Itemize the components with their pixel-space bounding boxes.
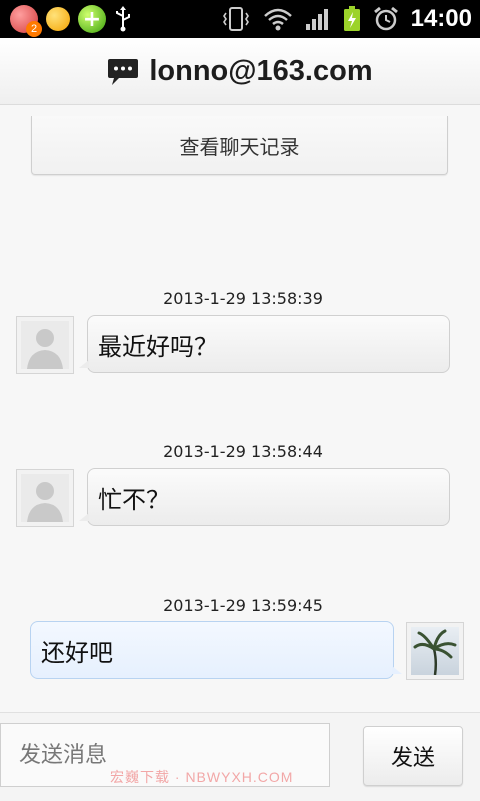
view-history-button[interactable]: 查看聊天记录 xyxy=(31,116,448,175)
chat-bubble-icon xyxy=(107,57,139,85)
app-icon: 2 xyxy=(10,5,42,37)
signal-icon xyxy=(305,7,331,31)
battery-charging-icon xyxy=(343,6,361,32)
message-bubble-incoming[interactable]: 忙不？ xyxy=(79,468,450,526)
status-time: 14:00 xyxy=(410,5,472,32)
message-text: 最近好吗？ xyxy=(98,332,218,361)
plus-icon: + xyxy=(78,5,106,33)
alarm-icon xyxy=(373,6,399,32)
message-text: 忙不？ xyxy=(98,485,170,514)
message-timestamp: 2013-1-29 13:58:44 xyxy=(163,442,323,461)
message-text: 还好吧 xyxy=(41,638,113,667)
chat-header: lonno@163.com xyxy=(0,38,480,105)
vibrate-icon xyxy=(221,6,251,32)
message-composer: 发送 宏巍下载 · NBWYXH.COM xyxy=(0,712,480,801)
message-bubble-outgoing[interactable]: 还好吧 xyxy=(30,621,402,679)
default-avatar-icon[interactable] xyxy=(16,316,74,374)
status-bar: 2 + 14:00 xyxy=(0,0,480,38)
wifi-icon xyxy=(263,7,293,31)
status-bar-system: 14:00 xyxy=(221,4,472,34)
chat-title: lonno@163.com xyxy=(149,54,373,87)
send-button[interactable]: 发送 xyxy=(363,726,463,786)
message-bubble-incoming[interactable]: 最近好吗？ xyxy=(79,315,450,373)
view-history-label: 查看聊天记录 xyxy=(179,134,300,159)
send-label: 发送 xyxy=(390,746,435,771)
default-avatar-icon[interactable] xyxy=(16,469,74,527)
status-bar-notifications: 2 + xyxy=(10,4,132,37)
message-timestamp: 2013-1-29 13:59:45 xyxy=(163,596,323,615)
notification-badge: 2 xyxy=(26,21,42,37)
watermark-text: 宏巍下载 · NBWYXH.COM xyxy=(110,769,294,785)
palm-tree-avatar[interactable] xyxy=(406,622,464,680)
message-timestamp: 2013-1-29 13:58:39 xyxy=(163,289,323,308)
usb-icon xyxy=(114,6,132,32)
orange-ball-icon xyxy=(46,7,70,31)
